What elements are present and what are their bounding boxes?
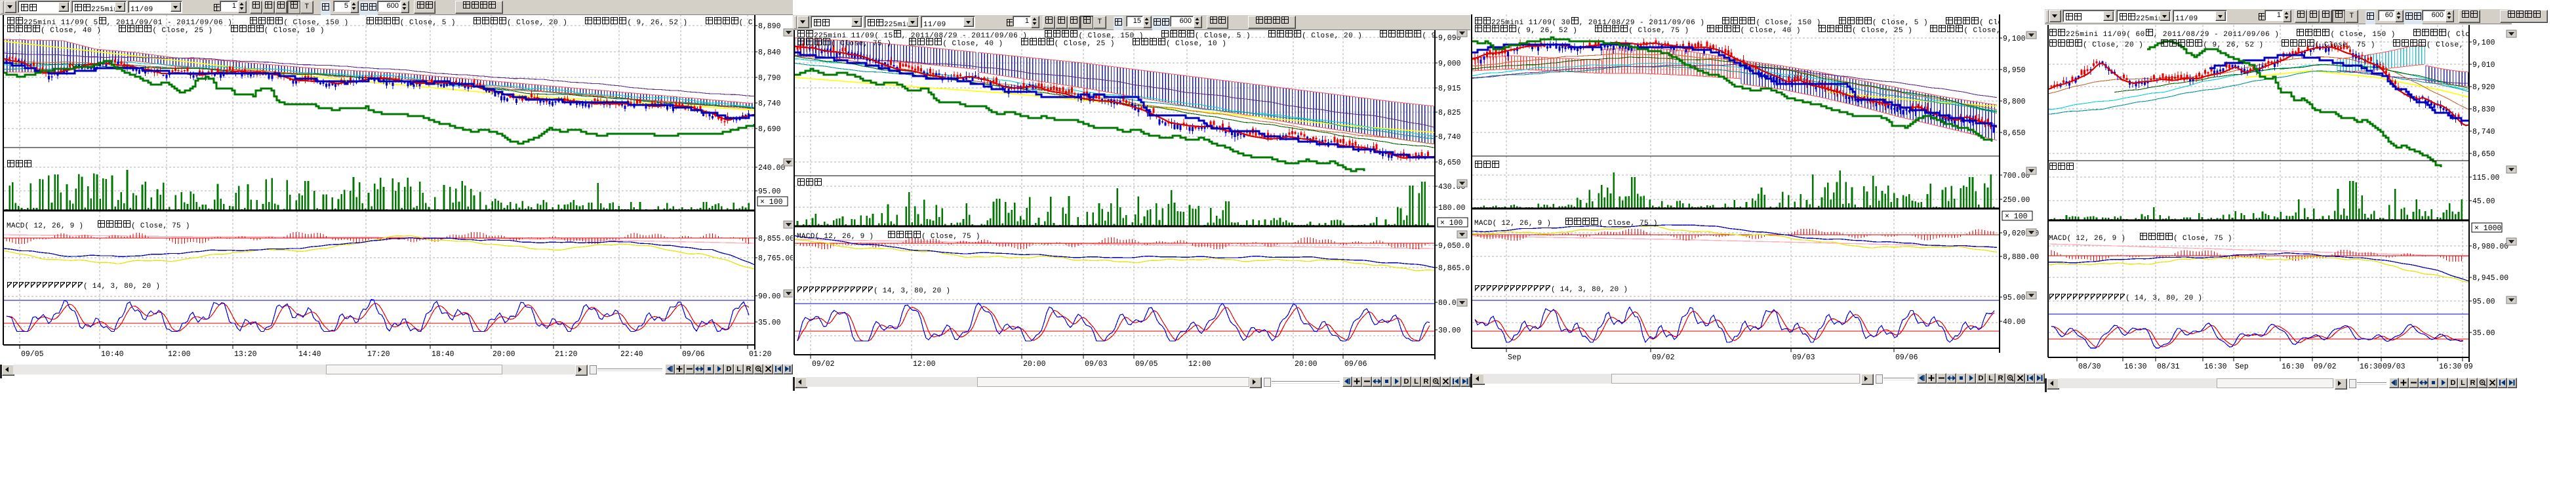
svg-text:08/31: 08/31 [2157, 363, 2180, 371]
svg-text:8,650: 8,650 [2472, 150, 2495, 159]
svg-text:8,650: 8,650 [2003, 129, 2026, 138]
svg-text:115.00: 115.00 [2472, 174, 2500, 182]
svg-text:09/02: 09/02 [2314, 363, 2337, 371]
svg-text:16:30: 16:30 [2124, 363, 2147, 371]
svg-text:8,865.00: 8,865.00 [1438, 264, 1470, 273]
svg-text:30.00: 30.00 [1438, 327, 1461, 335]
svg-text:Sep: Sep [1508, 353, 1521, 362]
svg-text:90.00: 90.00 [758, 292, 781, 301]
svg-text:Sep: Sep [2235, 363, 2249, 371]
svg-text:240.00: 240.00 [758, 164, 786, 172]
svg-text:8,740: 8,740 [1438, 133, 1461, 142]
svg-text:8,945.00: 8,945.00 [2472, 274, 2508, 283]
svg-text:8,920: 8,920 [2472, 83, 2495, 92]
svg-text:35.00: 35.00 [2472, 329, 2495, 338]
svg-text:× 1000: × 1000 [2474, 224, 2502, 233]
svg-text:18:40: 18:40 [432, 350, 454, 359]
svg-text:9,010: 9,010 [2472, 61, 2495, 70]
svg-text:8,980.00: 8,980.00 [2472, 243, 2508, 251]
svg-text:8,740: 8,740 [2472, 128, 2495, 136]
svg-text:45.00: 45.00 [2472, 197, 2495, 206]
svg-text:8,800: 8,800 [2003, 98, 2026, 106]
svg-text:× 100: × 100 [1440, 219, 1463, 228]
svg-text:09/02: 09/02 [812, 360, 835, 369]
svg-text:16:30: 16:30 [2204, 363, 2227, 371]
svg-text:09: 09 [2464, 363, 2473, 371]
svg-text:8,650: 8,650 [1438, 159, 1461, 167]
svg-text:13:20: 13:20 [234, 350, 257, 359]
svg-text:20:00: 20:00 [493, 350, 515, 359]
svg-text:22:40: 22:40 [620, 350, 643, 359]
svg-text:09/03: 09/03 [1792, 353, 1815, 362]
svg-text:8,765.00: 8,765.00 [758, 254, 793, 263]
svg-text:8,840: 8,840 [758, 49, 781, 57]
svg-text:700.00: 700.00 [2003, 172, 2030, 180]
svg-text:09/03: 09/03 [2383, 363, 2405, 371]
svg-text:17:20: 17:20 [367, 350, 390, 359]
svg-text:8,880.00: 8,880.00 [2003, 253, 2039, 262]
svg-text:8,855.00: 8,855.00 [758, 235, 793, 243]
svg-text:95.00: 95.00 [758, 188, 781, 196]
svg-text:8,830: 8,830 [2472, 106, 2495, 114]
svg-text:× 100: × 100 [2005, 212, 2028, 221]
svg-text:8,790: 8,790 [758, 74, 781, 83]
svg-text:09/06: 09/06 [682, 350, 705, 359]
svg-text:35.00: 35.00 [758, 319, 781, 327]
svg-text:12:00: 12:00 [1188, 360, 1211, 369]
svg-text:8,825: 8,825 [1438, 109, 1461, 117]
svg-text:9,050.00: 9,050.00 [1438, 242, 1470, 250]
svg-text:9,000: 9,000 [1438, 60, 1461, 68]
svg-text:10:40: 10:40 [101, 350, 124, 359]
svg-text:16:30: 16:30 [2282, 363, 2304, 371]
svg-text:09/03: 09/03 [1085, 360, 1108, 369]
svg-text:9,100: 9,100 [2003, 35, 2026, 43]
svg-text:180.00: 180.00 [1438, 204, 1466, 212]
svg-text:8,890: 8,890 [758, 22, 781, 31]
svg-text:20:00: 20:00 [1295, 360, 1318, 369]
svg-text:8,915: 8,915 [1438, 85, 1461, 93]
svg-text:8,950: 8,950 [2003, 66, 2026, 75]
svg-text:08/30: 08/30 [2078, 363, 2101, 371]
svg-text:95.00: 95.00 [2472, 298, 2495, 306]
svg-text:12:00: 12:00 [913, 360, 936, 369]
svg-text:12:00: 12:00 [168, 350, 191, 359]
svg-text:09/05: 09/05 [1135, 360, 1158, 369]
svg-text:09/02: 09/02 [1652, 353, 1675, 362]
svg-text:40.00: 40.00 [2003, 318, 2026, 327]
svg-text:09/05: 09/05 [21, 350, 44, 359]
svg-text:09/06: 09/06 [1344, 360, 1367, 369]
svg-text:16:30: 16:30 [2439, 363, 2462, 371]
svg-text:20:00: 20:00 [1023, 360, 1046, 369]
svg-text:09/06: 09/06 [1895, 353, 1918, 362]
svg-text:21:20: 21:20 [555, 350, 578, 359]
svg-text:95.00: 95.00 [2003, 294, 2026, 302]
svg-text:01:20: 01:20 [749, 350, 772, 359]
svg-text:8,740: 8,740 [758, 100, 781, 108]
svg-text:16:30: 16:30 [2360, 363, 2383, 371]
svg-text:9,100: 9,100 [2472, 39, 2495, 47]
svg-text:8,690: 8,690 [758, 125, 781, 134]
svg-text:14:40: 14:40 [298, 350, 321, 359]
svg-text:250.00: 250.00 [2003, 196, 2030, 205]
svg-text:× 100: × 100 [760, 198, 783, 207]
